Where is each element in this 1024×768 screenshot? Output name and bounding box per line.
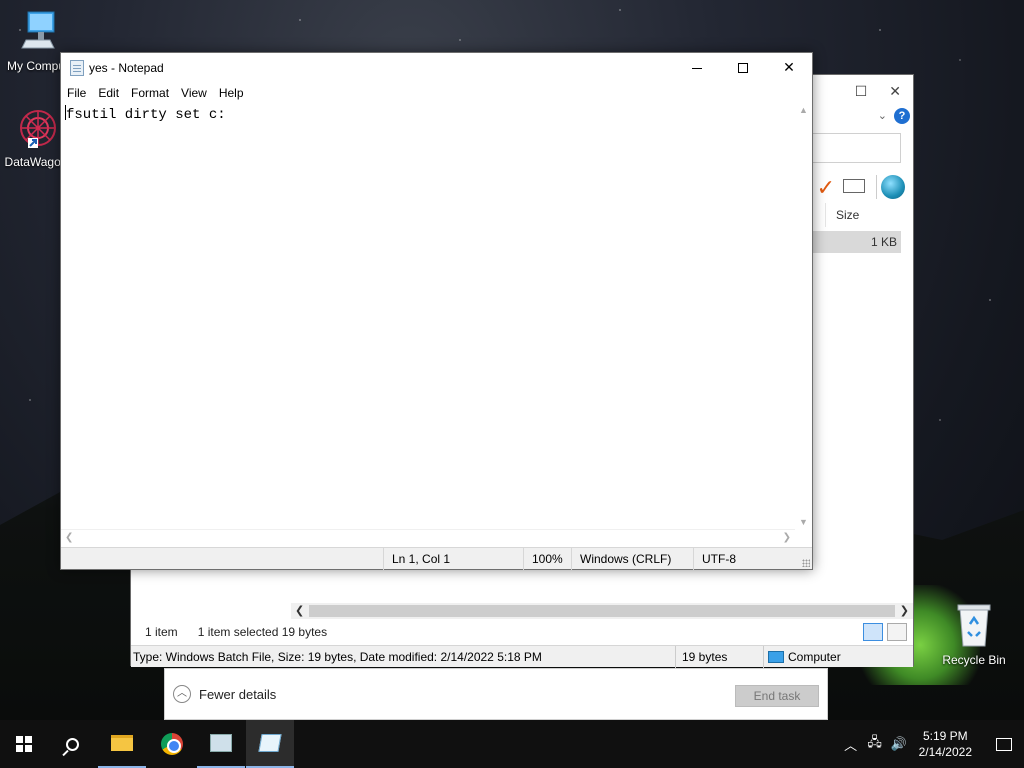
- details-view-icon[interactable]: [863, 623, 883, 641]
- desktop-icon-label: Recycle Bin: [942, 653, 1006, 667]
- details-status-bar: Type: Windows Batch File, Size: 19 bytes…: [131, 645, 913, 668]
- scroll-down-icon[interactable]: ▼: [795, 517, 812, 527]
- chevron-down-icon[interactable]: ⌄: [878, 109, 887, 122]
- search-input[interactable]: [809, 133, 901, 163]
- scroll-left-icon[interactable]: ❮: [295, 603, 304, 619]
- file-size-text: 19 bytes: [675, 646, 763, 668]
- explorer-status-bar: 1 item 1 item selected 19 bytes: [131, 621, 913, 643]
- clock[interactable]: 5:19 PM 2/14/2022: [919, 728, 972, 760]
- large-icons-view-icon[interactable]: [887, 623, 907, 641]
- status-bar: Ln 1, Col 1 100% Windows (CRLF) UTF-8: [61, 547, 812, 570]
- file-explorer-icon: [111, 735, 133, 751]
- close-icon: ✕: [783, 59, 795, 75]
- maximize-button[interactable]: [720, 53, 766, 83]
- menu-view[interactable]: View: [175, 83, 213, 103]
- menu-edit[interactable]: Edit: [92, 83, 125, 103]
- search-icon: [65, 737, 79, 751]
- start-icon: [16, 736, 32, 752]
- encoding: UTF-8: [693, 548, 803, 570]
- system-tray: ︿ 🖧 🔊 5:19 PM 2/14/2022: [839, 720, 1024, 768]
- scrollbar-thumb[interactable]: [309, 605, 895, 617]
- volume-icon[interactable]: 🔊: [887, 736, 911, 752]
- computer-icon: [21, 11, 55, 49]
- notifications-button[interactable]: [984, 720, 1024, 768]
- taskbar-chrome[interactable]: [148, 720, 196, 768]
- recycle-bin-icon: [957, 604, 991, 647]
- notepad-window[interactable]: yes - Notepad ✕ File Edit Format View He…: [60, 52, 813, 570]
- scroll-left-icon[interactable]: ❮: [65, 532, 73, 543]
- desktop-icon-recycle-bin[interactable]: Recycle Bin: [938, 602, 1010, 667]
- globe-icon[interactable]: [881, 175, 905, 199]
- taskbar-file-explorer[interactable]: [98, 720, 146, 768]
- taskbar-notepad[interactable]: [246, 720, 294, 768]
- help-icon[interactable]: ?: [894, 108, 910, 124]
- column-header-size[interactable]: Size: [825, 203, 905, 227]
- search-button[interactable]: [48, 720, 96, 768]
- maximize-icon[interactable]: ☐: [855, 83, 868, 100]
- window-controls: ✕: [674, 53, 812, 83]
- start-button[interactable]: [0, 720, 48, 768]
- editor-content: fsutil dirty set c:: [66, 107, 226, 123]
- chevron-up-icon[interactable]: ︿: [839, 735, 863, 754]
- menu-file[interactable]: File: [61, 83, 92, 103]
- taskbar: ︿ 🖧 🔊 5:19 PM 2/14/2022: [0, 720, 1024, 768]
- text-editor[interactable]: fsutil dirty set c:: [61, 103, 795, 529]
- email-icon[interactable]: [843, 179, 865, 193]
- taskbar-task-manager[interactable]: [197, 720, 245, 768]
- notepad-icon: [258, 734, 282, 752]
- cursor-position: Ln 1, Col 1: [383, 548, 523, 570]
- close-button[interactable]: ✕: [766, 53, 812, 83]
- window-controls: ☐ ✕: [855, 83, 901, 100]
- toolbar-divider: [876, 175, 877, 199]
- view-toggle: [863, 623, 907, 641]
- file-details-text: Type: Windows Batch File, Size: 19 bytes…: [133, 650, 542, 664]
- fewer-details-button[interactable]: ︿ Fewer details: [173, 685, 276, 703]
- datawagon-icon: [20, 110, 56, 148]
- menu-help[interactable]: Help: [213, 83, 250, 103]
- scroll-right-icon[interactable]: ❯: [900, 603, 909, 619]
- scroll-up-icon[interactable]: ▲: [795, 105, 812, 115]
- clock-date: 2/14/2022: [918, 745, 972, 759]
- window-title: yes - Notepad: [89, 61, 164, 75]
- chrome-icon: [161, 733, 183, 755]
- menu-bar: File Edit Format View Help: [61, 83, 812, 103]
- task-manager-icon: [210, 734, 232, 752]
- horizontal-scrollbar[interactable]: ❮ ❯: [291, 603, 913, 619]
- resize-grip[interactable]: [802, 559, 810, 567]
- notification-icon: [996, 737, 1012, 751]
- status-selection: 1 item selected 19 bytes: [197, 625, 328, 639]
- location-zone: Computer: [763, 646, 841, 668]
- close-icon[interactable]: ✕: [889, 83, 901, 100]
- minimize-icon: [692, 67, 702, 69]
- end-task-button[interactable]: End task: [735, 685, 819, 707]
- check-icon[interactable]: ✓: [817, 175, 835, 201]
- line-ending: Windows (CRLF): [571, 548, 693, 570]
- network-icon[interactable]: 🖧: [863, 733, 887, 755]
- vertical-scrollbar[interactable]: ▲ ▼: [795, 103, 812, 529]
- fewer-details-label: Fewer details: [199, 686, 277, 702]
- menu-format[interactable]: Format: [125, 83, 175, 103]
- minimize-button[interactable]: [674, 53, 720, 83]
- title-bar[interactable]: yes - Notepad ✕: [61, 53, 812, 83]
- clock-time: 5:19 PM: [922, 729, 968, 743]
- selected-file-row[interactable]: 1 KB: [811, 231, 901, 253]
- location-text: Computer: [788, 650, 841, 664]
- chevron-up-icon: ︿: [173, 685, 191, 703]
- computer-icon: [768, 651, 784, 663]
- task-manager-window[interactable]: ︿ Fewer details End task: [164, 668, 828, 720]
- maximize-icon: [738, 63, 748, 74]
- scroll-right-icon[interactable]: ❯: [783, 532, 791, 543]
- horizontal-scrollbar[interactable]: ❮ ❯: [61, 529, 795, 547]
- notepad-icon: [70, 60, 84, 76]
- status-item-count: 1 item: [145, 625, 178, 639]
- zoom-level: 100%: [523, 548, 571, 570]
